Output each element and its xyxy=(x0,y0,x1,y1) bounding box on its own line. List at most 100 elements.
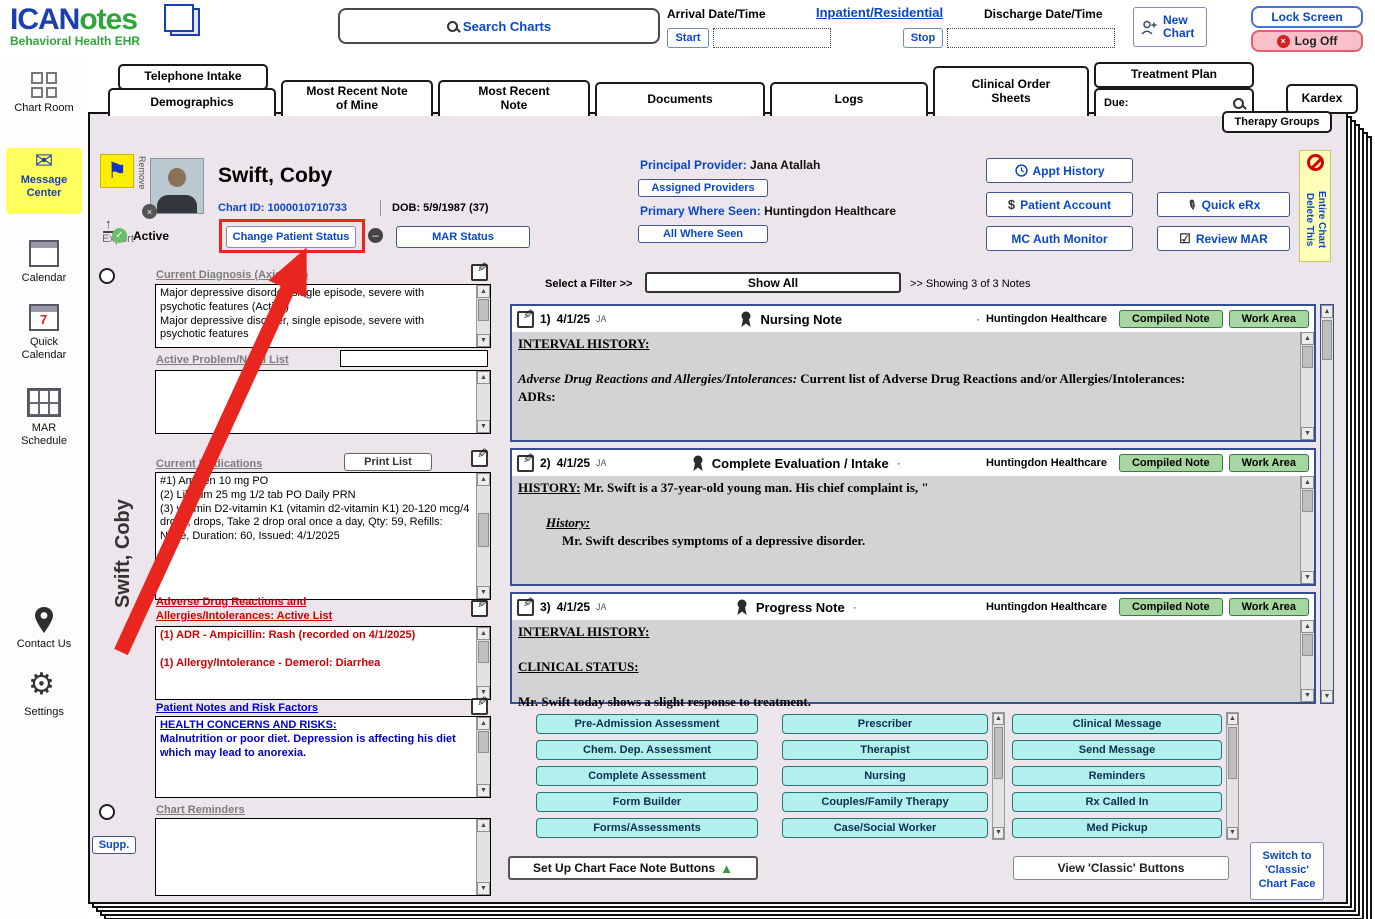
assigned-providers-button[interactable]: Assigned Providers xyxy=(638,179,768,197)
lock-screen-button[interactable]: Lock Screen xyxy=(1251,6,1363,28)
tab-kardex[interactable]: Kardex xyxy=(1286,84,1358,114)
view-classic-buttons-button[interactable]: View 'Classic' Buttons xyxy=(1013,856,1229,880)
app-logo[interactable]: ICANotes Behavioral Health EHR xyxy=(10,3,140,48)
quick-erx-button[interactable]: ✎ Quick eRx xyxy=(1157,192,1290,217)
problem-list-lookup-box[interactable] xyxy=(340,350,488,367)
scroll-down-icon[interactable]: ▼ xyxy=(1301,571,1314,584)
scroll-up-icon[interactable]: ▲ xyxy=(1227,713,1238,725)
review-mar-button[interactable]: ☑ Review MAR xyxy=(1157,226,1290,251)
discharge-datetime-input[interactable] xyxy=(947,28,1115,48)
note-scrollbar[interactable]: ▲ ▼ xyxy=(1300,476,1314,584)
arrival-datetime-input[interactable] xyxy=(713,28,831,48)
mar-minus-icon[interactable]: – xyxy=(368,228,383,243)
work-area-button[interactable]: Work Area xyxy=(1229,454,1309,472)
scroll-thumb[interactable] xyxy=(1302,346,1313,368)
tab-documents[interactable]: Documents xyxy=(595,82,765,116)
scroll-up-icon[interactable]: ▲ xyxy=(477,627,490,640)
new-chart-button[interactable]: New Chart xyxy=(1133,7,1207,47)
patient-flag-button[interactable]: ⚑ xyxy=(100,154,134,188)
open-note-icon[interactable]: ✎ xyxy=(517,599,534,616)
scroll-up-icon[interactable]: ▲ xyxy=(1301,332,1314,345)
print-list-button[interactable]: Print List xyxy=(344,453,432,471)
scroll-up-icon[interactable]: ▲ xyxy=(477,285,490,298)
scroll-thumb[interactable] xyxy=(994,727,1003,779)
scroll-thumb[interactable] xyxy=(1322,320,1332,360)
compiled-note-button[interactable]: Compiled Note xyxy=(1119,454,1223,472)
sidebar-item-message-center[interactable]: ✉ Message Center xyxy=(6,148,82,214)
inpatient-residential-link[interactable]: Inpatient/Residential xyxy=(816,5,943,20)
edit-patient-notes-icon[interactable]: ✎ xyxy=(471,698,488,715)
patient-notes-box[interactable]: HEALTH CONCERNS AND RISKS: Malnutrition … xyxy=(155,716,491,798)
work-area-button[interactable]: Work Area xyxy=(1229,598,1309,616)
show-all-filter-button[interactable]: Show All xyxy=(645,272,901,293)
button-pre-admission-assessment[interactable]: Pre-Admission Assessment xyxy=(536,714,758,734)
mc-auth-monitor-button[interactable]: MC Auth Monitor xyxy=(986,226,1133,251)
switch-to-classic-chart-face-button[interactable]: Switch to 'Classic' Chart Face xyxy=(1250,842,1324,900)
tab-treatment-plan[interactable]: Treatment Plan xyxy=(1094,62,1254,88)
search-charts-button[interactable]: Search Charts xyxy=(338,8,660,44)
scroll-down-icon[interactable]: ▼ xyxy=(1301,689,1314,702)
scroll-down-icon[interactable]: ▼ xyxy=(1301,427,1314,440)
medications-box[interactable]: #1) Ambien 10 mg PO (2) Librium 25 mg 1/… xyxy=(155,472,491,600)
tab-most-recent-note[interactable]: Most Recent Note xyxy=(438,80,590,116)
sidebar-item-settings[interactable]: ⚙ xyxy=(28,670,55,700)
scroll-up-icon[interactable]: ▲ xyxy=(993,713,1004,725)
scroll-up-icon[interactable]: ▲ xyxy=(477,473,490,486)
diagnosis-scrollbar[interactable]: ▲ ▼ xyxy=(476,285,490,347)
delete-entire-chart-button[interactable]: Delete This Entire Chart xyxy=(1299,150,1331,262)
appt-history-button[interactable]: Appt History xyxy=(986,158,1133,183)
scroll-down-icon[interactable]: ▼ xyxy=(477,334,490,347)
diagnosis-radio[interactable] xyxy=(99,268,115,284)
button-reminders[interactable]: Reminders xyxy=(1012,766,1222,786)
scroll-down-icon[interactable]: ▼ xyxy=(1227,827,1238,839)
scroll-down-icon[interactable]: ▼ xyxy=(993,827,1004,839)
open-note-icon[interactable]: ✎ xyxy=(517,311,534,328)
mar-status-button[interactable]: MAR Status xyxy=(396,226,530,248)
button-rx-called-in[interactable]: Rx Called In xyxy=(1012,792,1222,812)
log-off-button[interactable]: × Log Off xyxy=(1251,30,1363,52)
scroll-thumb[interactable] xyxy=(478,299,489,321)
sidebar-item-chart-room[interactable] xyxy=(31,72,57,98)
button-forms-assessments[interactable]: Forms/Assessments xyxy=(536,818,758,838)
remove-photo-x-icon[interactable]: × xyxy=(142,204,157,219)
buttons-col2-scrollbar[interactable]: ▲ ▼ xyxy=(992,712,1005,840)
button-couples-family-therapy[interactable]: Couples/Family Therapy xyxy=(782,792,988,812)
button-nursing[interactable]: Nursing xyxy=(782,766,988,786)
photo-remove-label[interactable]: Remove xyxy=(137,156,147,208)
button-form-builder[interactable]: Form Builder xyxy=(536,792,758,812)
edit-diagnosis-icon[interactable]: ✎ xyxy=(471,264,488,281)
note-scrollbar[interactable]: ▲ ▼ xyxy=(1300,620,1314,702)
supp-button[interactable]: Supp. xyxy=(92,836,136,854)
patient-account-button[interactable]: $ Patient Account xyxy=(986,192,1133,217)
problem-list-box[interactable]: ▲ ▼ xyxy=(155,370,491,434)
button-therapist[interactable]: Therapist xyxy=(782,740,988,760)
adr-box[interactable]: (1) ADR - Ampicillin: Rash (recorded on … xyxy=(155,626,491,700)
sidebar-item-calendar[interactable] xyxy=(29,240,59,267)
scroll-thumb[interactable] xyxy=(1228,727,1237,779)
scroll-down-icon[interactable]: ▼ xyxy=(477,784,490,797)
button-clinical-message[interactable]: Clinical Message xyxy=(1012,714,1222,734)
tab-therapy-groups[interactable]: Therapy Groups xyxy=(1222,111,1332,133)
edit-medications-icon[interactable]: ✎ xyxy=(471,450,488,467)
start-button[interactable]: Start xyxy=(667,28,709,48)
due-search-icon[interactable] xyxy=(1233,98,1244,109)
note-scrollbar[interactable]: ▲ ▼ xyxy=(1300,332,1314,440)
medications-scrollbar[interactable]: ▲ ▼ xyxy=(476,473,490,599)
compiled-note-button[interactable]: Compiled Note xyxy=(1119,598,1223,616)
button-send-message[interactable]: Send Message xyxy=(1012,740,1222,760)
buttons-col3-scrollbar[interactable]: ▲ ▼ xyxy=(1226,712,1239,840)
diagnosis-box[interactable]: Major depressive disorder, single episod… xyxy=(155,284,491,348)
tab-most-recent-note-of-mine[interactable]: Most Recent Note of Mine xyxy=(281,80,433,116)
sidebar-item-mar-schedule[interactable] xyxy=(27,388,61,417)
note-body[interactable]: INTERVAL HISTORY: Adverse Drug Reactions… xyxy=(512,332,1314,440)
edit-adr-icon[interactable]: ✎ xyxy=(471,600,488,617)
chart-reminders-radio[interactable] xyxy=(99,804,115,820)
all-where-seen-button[interactable]: All Where Seen xyxy=(638,225,768,243)
open-note-icon[interactable]: ✎ xyxy=(517,455,534,472)
chart-reminders-box[interactable]: ▲ ▼ xyxy=(155,818,491,896)
note-body[interactable]: INTERVAL HISTORY: CLINICAL STATUS: Mr. S… xyxy=(512,620,1314,702)
scroll-up-icon[interactable]: ▲ xyxy=(477,371,490,384)
scroll-up-icon[interactable]: ▲ xyxy=(1301,476,1314,489)
scroll-up-icon[interactable]: ▲ xyxy=(477,717,490,730)
adr-scrollbar[interactable]: ▲ ▼ xyxy=(476,627,490,699)
